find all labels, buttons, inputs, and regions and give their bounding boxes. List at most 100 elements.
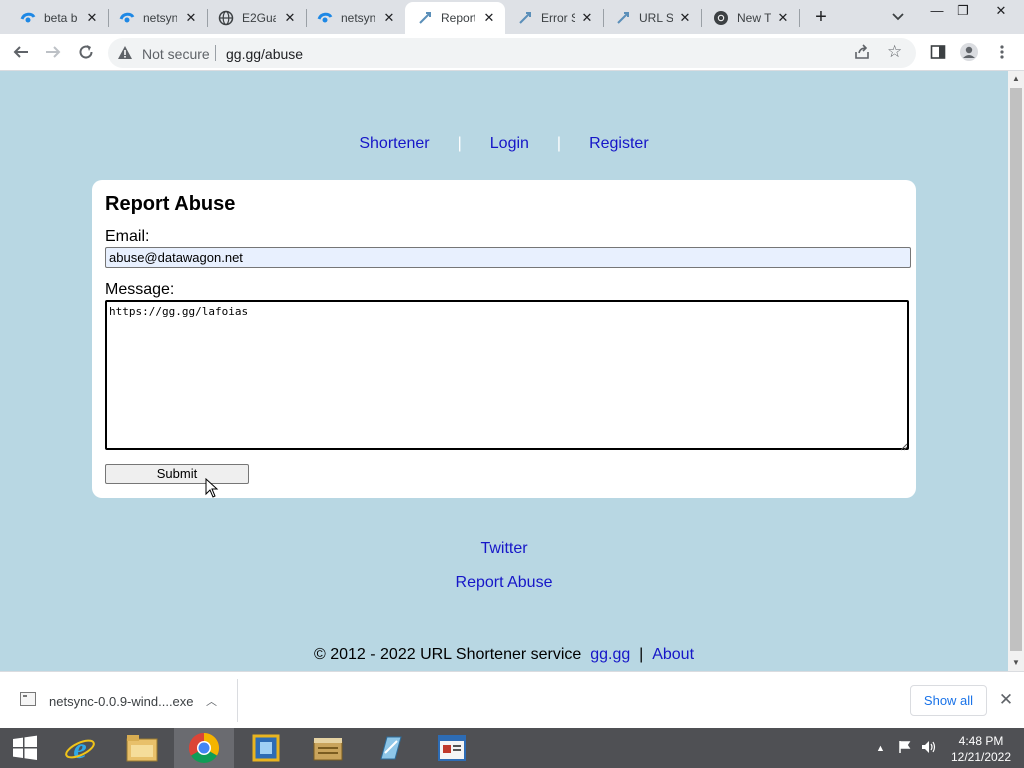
close-icon[interactable]: ✕ [579,10,595,26]
netsync-logo-icon [119,10,135,26]
back-arrow-icon[interactable] [9,40,33,64]
file-explorer-icon[interactable] [112,728,172,768]
about-link[interactable]: About [652,646,694,663]
netsync-logo-icon [317,10,333,26]
download-file-name[interactable]: netsync-0.0.9-wind....exe [49,694,194,709]
volume-icon[interactable] [921,740,937,757]
download-separator [237,679,238,722]
netsync-logo-icon [20,10,36,26]
report-abuse-link[interactable]: Report Abuse [456,574,553,591]
footer-report-abuse: Report Abuse [0,574,1008,592]
new-tab-plus-icon[interactable]: + [810,6,832,28]
profile-avatar-icon[interactable] [957,40,981,64]
taskbar-clock[interactable]: 4:48 PM 12/21/2022 [944,733,1018,765]
scroll-down-arrow-icon[interactable]: ▼ [1008,655,1024,671]
tab-title: New T [737,11,771,25]
close-icon[interactable]: ✕ [282,10,298,26]
app-window-icon[interactable] [236,728,296,768]
close-downloads-icon[interactable]: ✕ [996,690,1016,710]
tab-netsync-2[interactable]: netsyn ✕ [305,2,405,34]
tab-title: Report [441,11,475,25]
tab-title: Error S [541,11,575,25]
tab-report-abuse[interactable]: Report ✕ [405,2,505,34]
internet-explorer-icon[interactable]: e [50,728,110,768]
nav-separator: | [556,135,562,152]
forward-arrow-icon[interactable] [41,40,65,64]
footer-separator: | [639,646,644,663]
tab-error[interactable]: Error S ✕ [505,2,603,34]
windows-taskbar: e ▲ 4:48 PM 12/21/2022 [0,728,1024,768]
tab-search-chevron-icon[interactable] [888,8,908,26]
report-abuse-card: Report Abuse Email: Message: Submit [92,180,916,498]
download-file-icon [20,692,36,706]
form-title: Report Abuse [105,193,236,215]
page-viewport: Shortener | Login | Register Report Abuse Em… [0,71,1008,671]
scrollbar-thumb[interactable] [1010,88,1022,651]
chrome-taskbar-icon[interactable] [174,728,234,768]
tray-expand-icon[interactable]: ▲ [876,743,885,753]
nav-shortener-link[interactable]: Shortener [359,135,429,152]
message-label: Message: [105,281,175,298]
page-scrollbar[interactable]: ▲ ▼ [1008,71,1024,671]
email-label: Email: [105,228,150,245]
tab-title: E2Gua [242,11,276,25]
tab-new-tab[interactable]: New T ✕ [701,2,799,34]
shortener-icon [517,10,533,26]
notepad-app-icon[interactable] [360,728,420,768]
twitter-link[interactable]: Twitter [480,540,527,557]
close-icon[interactable]: ✕ [677,10,693,26]
window-close-icon[interactable]: ✕ [986,0,1016,24]
email-field[interactable] [105,247,911,268]
mouse-cursor-icon [205,478,219,498]
close-icon[interactable]: ✕ [481,10,497,26]
browser-tab-strip: beta b ✕ netsyn ✕ E2Gua ✕ netsyn ✕ Repor… [0,0,1024,34]
browser-toolbar: Not secure gg.gg/abuse ☆ [0,34,1024,71]
reload-icon[interactable] [74,40,98,64]
globe-icon [218,10,234,26]
tab-title: netsyn [143,11,177,25]
action-center-flag-icon[interactable] [898,740,912,757]
scroll-up-arrow-icon[interactable]: ▲ [1008,71,1024,87]
submit-button[interactable]: Submit [105,464,249,484]
close-icon[interactable]: ✕ [84,10,100,26]
chevron-up-icon[interactable]: ︿ [206,693,217,709]
url-text[interactable]: gg.gg/abuse [226,46,303,62]
address-bar[interactable]: Not secure gg.gg/abuse ☆ [108,38,916,68]
tab-separator [799,9,800,27]
site-link[interactable]: gg.gg [590,646,630,663]
message-textarea[interactable] [105,300,909,450]
tab-netsync-1[interactable]: netsyn ✕ [107,2,207,34]
document-window-icon[interactable] [422,728,482,768]
tab-title: URL Sh [639,11,673,25]
archive-app-icon[interactable] [298,728,358,768]
tab-e2guardian[interactable]: E2Gua ✕ [206,2,306,34]
close-icon[interactable]: ✕ [775,10,791,26]
footer-copyright: © 2012 - 2022 URL Shortener service gg.g… [0,646,1008,664]
clock-date: 12/21/2022 [950,750,1012,764]
downloads-bar: netsync-0.0.9-wind....exe ︿ Show all ✕ [0,671,1024,728]
shortener-icon [615,10,631,26]
start-windows-icon[interactable] [0,728,50,768]
tab-title: netsyn [341,11,375,25]
security-label[interactable]: Not secure [142,46,210,62]
resize-grip-icon[interactable] [898,438,908,451]
close-icon[interactable]: ✕ [183,10,199,26]
warning-triangle-icon[interactable] [117,45,133,65]
nav-login-link[interactable]: Login [490,135,529,152]
restore-icon[interactable]: ❐ [948,0,978,24]
tab-url-shortener[interactable]: URL Sh ✕ [603,2,701,34]
chrome-icon [713,10,729,26]
top-navigation: Shortener | Login | Register [0,135,1008,153]
address-separator [215,45,216,61]
show-all-button[interactable]: Show all [910,685,987,716]
nav-register-link[interactable]: Register [589,135,649,152]
copyright-text: © 2012 - 2022 URL Shortener service [313,646,582,663]
footer-twitter: Twitter [0,540,1008,558]
more-menu-icon[interactable] [990,40,1014,64]
bookmark-star-icon[interactable]: ☆ [887,43,902,61]
svg-text:e: e [73,732,86,764]
share-icon[interactable] [854,44,870,65]
tab-beta[interactable]: beta b ✕ [8,2,108,34]
side-panel-icon[interactable] [926,40,950,64]
close-icon[interactable]: ✕ [381,10,397,26]
